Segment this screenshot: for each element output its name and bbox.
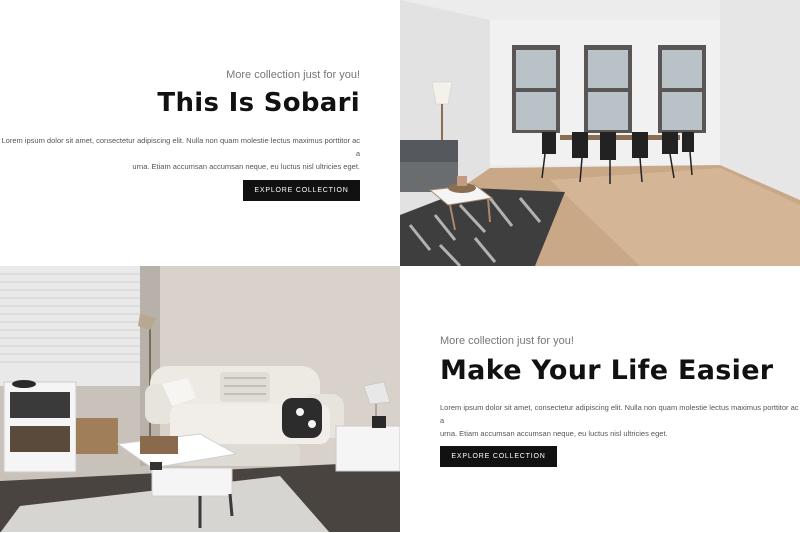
intro-section: More collection just for you! This Is So… xyxy=(0,0,400,266)
page-grid: More collection just for you! This Is So… xyxy=(0,0,800,533)
living-room-photo xyxy=(0,266,400,532)
dining-room-illustration xyxy=(400,0,800,266)
living-room-illustration xyxy=(0,266,400,532)
explore-collection-button[interactable]: EXPLORE COLLECTION xyxy=(440,446,557,467)
section-body-line: Lorem ipsum dolor sit amet, consectetur … xyxy=(440,403,799,425)
lifestyle-section: More collection just for you! Make Your … xyxy=(400,266,800,532)
explore-collection-button[interactable]: EXPLORE COLLECTION xyxy=(243,180,360,201)
section-title: Make Your Life Easier xyxy=(440,355,774,386)
section-title: This Is Sobari xyxy=(157,88,360,118)
section-body: Lorem ipsum dolor sit amet, consectetur … xyxy=(0,134,361,173)
section-body-line: Lorem ipsum dolor sit amet, consectetur … xyxy=(1,136,361,158)
section-body-line: urna. Etiam accumsan accumsan neque, eu … xyxy=(440,429,668,438)
section-kicker: More collection just for you! xyxy=(440,335,574,347)
dining-room-photo xyxy=(400,0,800,266)
section-body: Lorem ipsum dolor sit amet, consectetur … xyxy=(440,401,800,440)
section-kicker: More collection just for you! xyxy=(226,69,360,81)
section-body-line: urna. Etiam accumsan accumsan neque, eu … xyxy=(132,162,360,171)
